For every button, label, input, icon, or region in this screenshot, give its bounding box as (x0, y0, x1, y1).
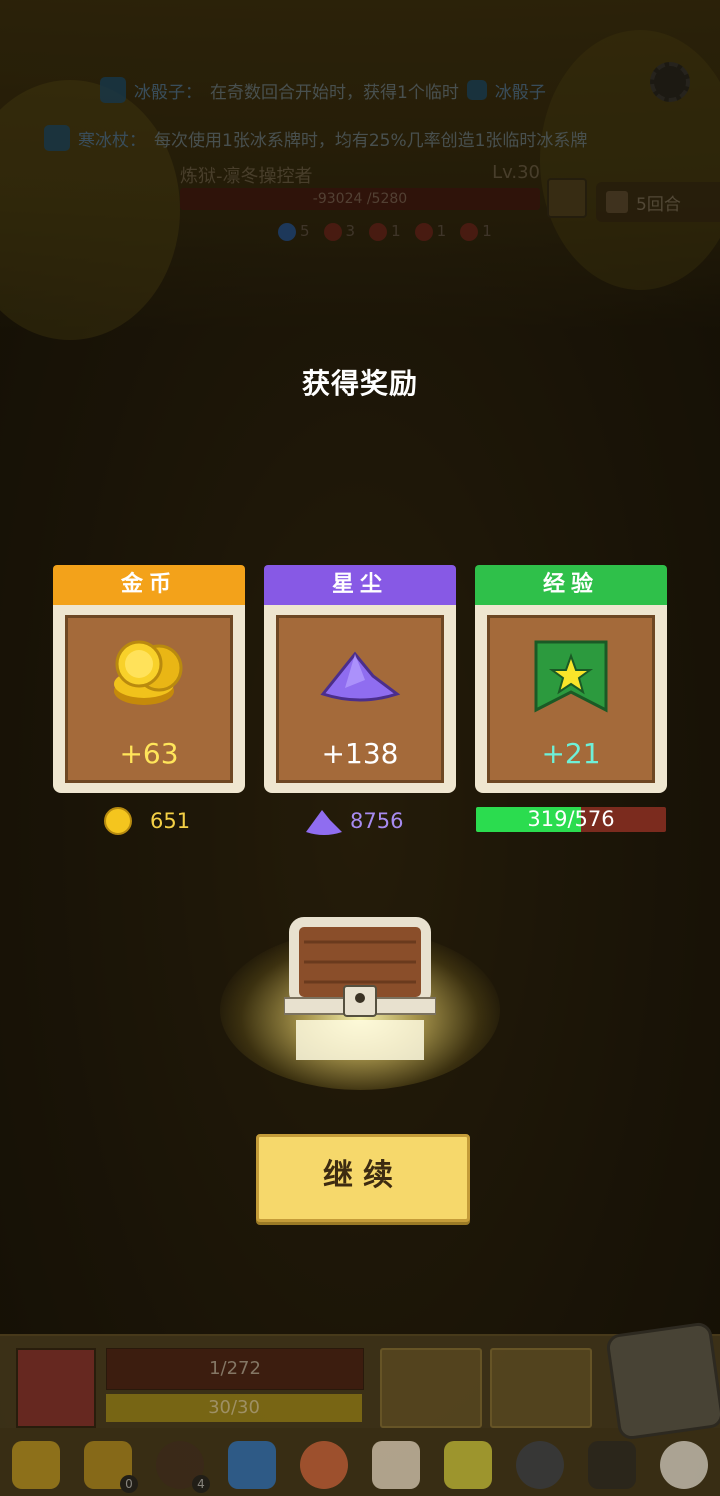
experience-progress-text: 319/576 (527, 807, 615, 831)
bottom-toolbar: 0 4 (0, 1434, 720, 1496)
dark-orb-icon[interactable] (516, 1441, 564, 1489)
continue-button[interactable]: 继续 (256, 1134, 470, 1222)
experience-amount: +21 (541, 737, 601, 770)
card-header: 金币 (53, 565, 245, 605)
gold-sack-icon[interactable]: 0 (84, 1441, 138, 1493)
card-body: +63 (53, 605, 245, 793)
spiked-cube-icon[interactable] (372, 1441, 420, 1489)
dice-icon[interactable] (605, 1321, 720, 1441)
reward-card-stardust: 星尘 +138 (264, 565, 456, 793)
player-avatar[interactable] (16, 1348, 96, 1428)
experience-progress-bar: 319/576 (476, 807, 666, 832)
star-banner-icon (534, 640, 608, 713)
card-body: +138 (264, 605, 456, 793)
reward-card-experience: 经验 +21 (475, 565, 667, 793)
card-inner: +63 (65, 615, 233, 783)
badge-count: 4 (192, 1475, 210, 1493)
gold-total-value: 651 (150, 809, 191, 833)
equipment-slot-1[interactable] (380, 1348, 482, 1428)
card-inner: +21 (487, 615, 655, 783)
eye-ring-icon[interactable] (300, 1441, 348, 1489)
equipment-slot-2[interactable] (490, 1348, 592, 1428)
game-scene: 冰骰子： 在奇数回合开始时，获得1个临时 冰骰子 寒冰杖： 每次使用1张冰系牌时… (0, 0, 720, 1496)
stardust-pile-icon (320, 651, 401, 702)
blue-shell-icon[interactable] (228, 1441, 276, 1489)
scroll-wheel-icon[interactable]: 4 (156, 1441, 210, 1493)
reward-title: 获得奖励 (301, 367, 418, 400)
stardust-small-icon (306, 810, 342, 835)
coin-icon (104, 807, 132, 835)
stardust-total-value: 8756 (350, 809, 404, 833)
card-body: +21 (475, 605, 667, 793)
gold-total: 651 (104, 806, 190, 836)
stardust-amount: +138 (321, 737, 399, 770)
player-hud: 1/272 30/30 0 4 (0, 1321, 720, 1496)
gold-amount: +63 (119, 737, 179, 770)
horseshoe-icon[interactable] (588, 1441, 636, 1489)
card-header: 星尘 (264, 565, 456, 605)
reward-card-gold: 金币 +63 (53, 565, 245, 793)
player-shield-bar: 30/30 (106, 1394, 362, 1422)
card-inner: +138 (276, 615, 444, 783)
stardust-total: 8756 (304, 806, 403, 836)
crown-icon[interactable] (12, 1441, 60, 1489)
card-pack-icon[interactable] (444, 1441, 492, 1489)
gold-coins-icon (114, 640, 183, 705)
badge-count: 0 (120, 1475, 138, 1493)
moon-star-icon[interactable] (660, 1441, 708, 1489)
player-status-panel: 1/272 30/30 (0, 1321, 720, 1441)
treasure-chest-icon (284, 917, 436, 1060)
player-hp-bar: 1/272 (106, 1348, 364, 1390)
card-header: 经验 (475, 565, 667, 605)
